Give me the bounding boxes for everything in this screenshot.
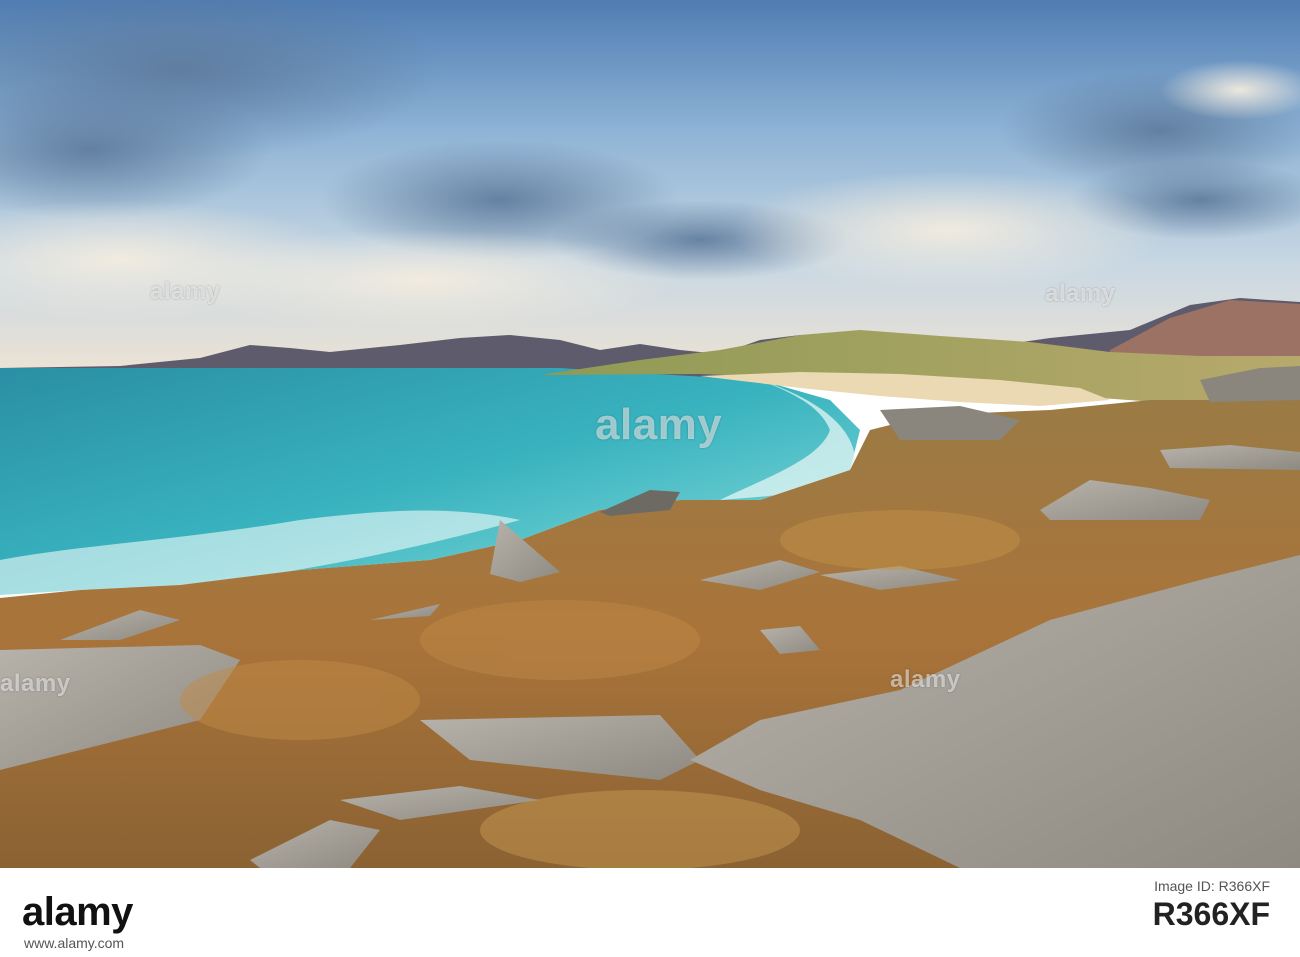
image-id-code: R366XF	[1152, 896, 1270, 932]
image-id-label: Image ID: R366XF	[1154, 878, 1270, 894]
footer-bar: alamy Image ID: R366XF R366XF www.alamy.…	[0, 868, 1300, 957]
site-url[interactable]: www.alamy.com	[24, 935, 124, 951]
photo-canvas	[0, 0, 1300, 868]
landscape-photo: alamy alamy alamy alamy alamy	[0, 0, 1300, 868]
image-id-block: Image ID: R366XF R366XF	[1153, 878, 1270, 933]
alamy-logo[interactable]: alamy	[22, 890, 133, 935]
